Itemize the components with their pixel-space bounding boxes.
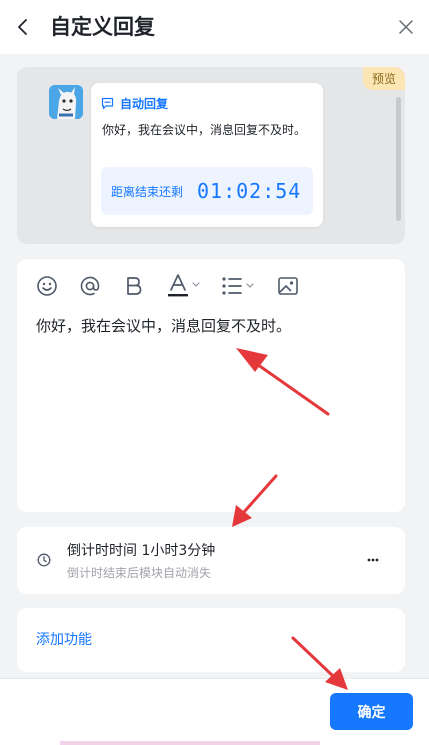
card-title: 自动回复 [120, 97, 169, 111]
avatar-image-icon [49, 85, 83, 119]
bold-button[interactable] [124, 273, 144, 299]
back-arrow-icon[interactable] [14, 16, 32, 38]
countdown-setting[interactable]: 倒计时时间 1小时3分钟 倒计时结束后模块自动消失 [17, 527, 405, 594]
editor-content[interactable]: 你好，我在会议中，消息回复不及时。 [36, 315, 291, 337]
image-button[interactable] [277, 273, 299, 299]
countdown-hint: 倒计时结束后模块自动消失 [67, 566, 212, 580]
editor-toolbar [17, 273, 405, 299]
add-feature-card: 添加功能 [17, 608, 405, 672]
message-icon [101, 97, 114, 110]
countdown-label: 距离结束还剩 [111, 184, 184, 199]
close-icon[interactable] [397, 18, 415, 36]
preview-badge: 预览 [362, 67, 405, 90]
text-color-button[interactable] [167, 273, 205, 299]
mention-button[interactable] [79, 273, 101, 299]
bottom-strip [60, 741, 320, 745]
clock-icon [37, 553, 51, 567]
countdown-box: 距离结束还剩 01:02:54 [101, 167, 313, 215]
list-icon [222, 277, 254, 295]
footer: 确定 [0, 678, 429, 745]
bold-icon [127, 277, 142, 295]
list-button[interactable] [221, 273, 259, 299]
image-icon [278, 277, 298, 295]
countdown-time: 01:02:54 [197, 179, 302, 203]
countdown-duration: 倒计时时间 1小时3分钟 [67, 543, 216, 559]
header: 自定义回复 [0, 0, 429, 54]
mention-icon [80, 276, 100, 296]
emoji-button[interactable] [36, 273, 58, 299]
text-color-icon [168, 274, 200, 297]
more-options-icon[interactable] [363, 550, 383, 570]
message-editor[interactable]: 你好，我在会议中，消息回复不及时。 [17, 259, 405, 512]
confirm-button[interactable]: 确定 [330, 693, 413, 730]
auto-reply-card: 自动回复 你好，我在会议中，消息回复不及时。 距离结束还剩 01:02:54 [91, 83, 323, 227]
page-title: 自定义回复 [50, 15, 155, 39]
emoji-icon [37, 276, 57, 296]
card-message: 你好，我在会议中，消息回复不及时。 [102, 123, 307, 137]
preview-scrollbar[interactable] [396, 97, 401, 221]
add-feature-link[interactable]: 添加功能 [36, 630, 92, 650]
preview-panel: 预览 自动回复 你好，我在会议中，消息回复不及时。 距离结束还剩 01:02:5… [17, 67, 405, 244]
avatar [49, 85, 83, 119]
